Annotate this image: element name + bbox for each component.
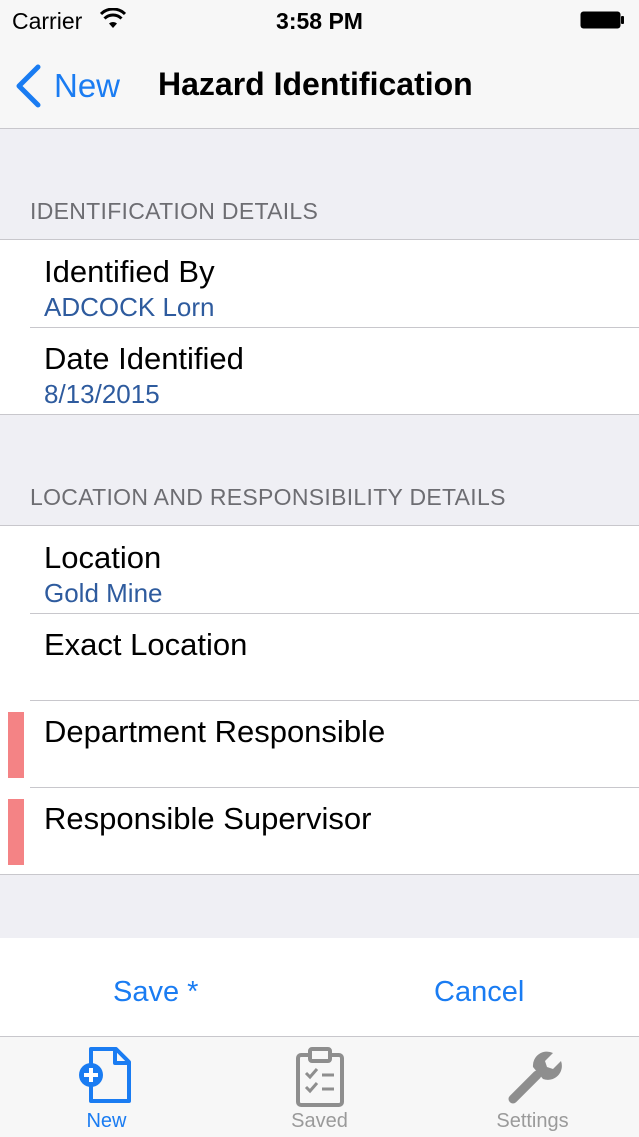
department-responsible-label: Department Responsible xyxy=(44,714,386,749)
date-identified-value: 8/13/2015 xyxy=(44,379,160,409)
tab-new[interactable]: New xyxy=(0,1037,213,1137)
back-button-label: New xyxy=(54,67,121,104)
location-value: Gold Mine xyxy=(44,578,163,608)
tab-new-label: New xyxy=(86,1110,127,1132)
section-header-location: LOCATION AND RESPONSIBILITY DETAILS xyxy=(30,484,506,510)
clipboard-checklist-icon xyxy=(295,1047,344,1107)
cancel-button[interactable]: Cancel xyxy=(434,976,524,1009)
chevron-left-icon xyxy=(16,64,41,108)
identified-by-value: ADCOCK Lorn xyxy=(44,292,215,322)
location-cell[interactable]: Location Gold Mine xyxy=(0,526,639,613)
page-title: Hazard Identification xyxy=(158,66,473,102)
exact-location-label: Exact Location xyxy=(44,627,248,662)
tab-bar: New Saved Settings xyxy=(0,1036,639,1137)
action-bar: Save * Cancel xyxy=(0,938,639,1036)
navigation-bar: New Hazard Identification xyxy=(0,40,639,129)
responsible-supervisor-cell[interactable]: Responsible Supervisor xyxy=(0,787,639,874)
tab-settings[interactable]: Settings xyxy=(426,1037,639,1137)
required-indicator xyxy=(8,712,24,778)
location-group: Location Gold Mine Exact Location Depart… xyxy=(0,525,639,875)
new-document-icon xyxy=(78,1047,131,1103)
save-button[interactable]: Save * xyxy=(113,976,198,1009)
date-identified-cell[interactable]: Date Identified 8/13/2015 xyxy=(0,327,639,414)
location-label: Location xyxy=(44,540,162,575)
identified-by-cell[interactable]: Identified By ADCOCK Lorn xyxy=(0,240,639,327)
required-indicator xyxy=(8,799,24,865)
tab-saved-label: Saved xyxy=(291,1110,348,1132)
tab-settings-label: Settings xyxy=(496,1110,569,1132)
identification-group: Identified By ADCOCK Lorn Date Identifie… xyxy=(0,239,639,415)
exact-location-cell[interactable]: Exact Location xyxy=(0,613,639,700)
battery-icon xyxy=(580,11,624,29)
tab-saved[interactable]: Saved xyxy=(213,1037,426,1137)
responsible-supervisor-label: Responsible Supervisor xyxy=(44,801,372,836)
date-identified-label: Date Identified xyxy=(44,341,244,376)
clock: 3:58 PM xyxy=(276,8,363,34)
back-button[interactable]: New xyxy=(14,64,120,108)
wrench-icon xyxy=(508,1051,562,1104)
identified-by-label: Identified By xyxy=(44,254,215,289)
department-responsible-cell[interactable]: Department Responsible xyxy=(0,700,639,787)
status-bar: Carrier 3:58 PM xyxy=(0,0,639,40)
section-header-identification: IDENTIFICATION DETAILS xyxy=(30,198,319,224)
